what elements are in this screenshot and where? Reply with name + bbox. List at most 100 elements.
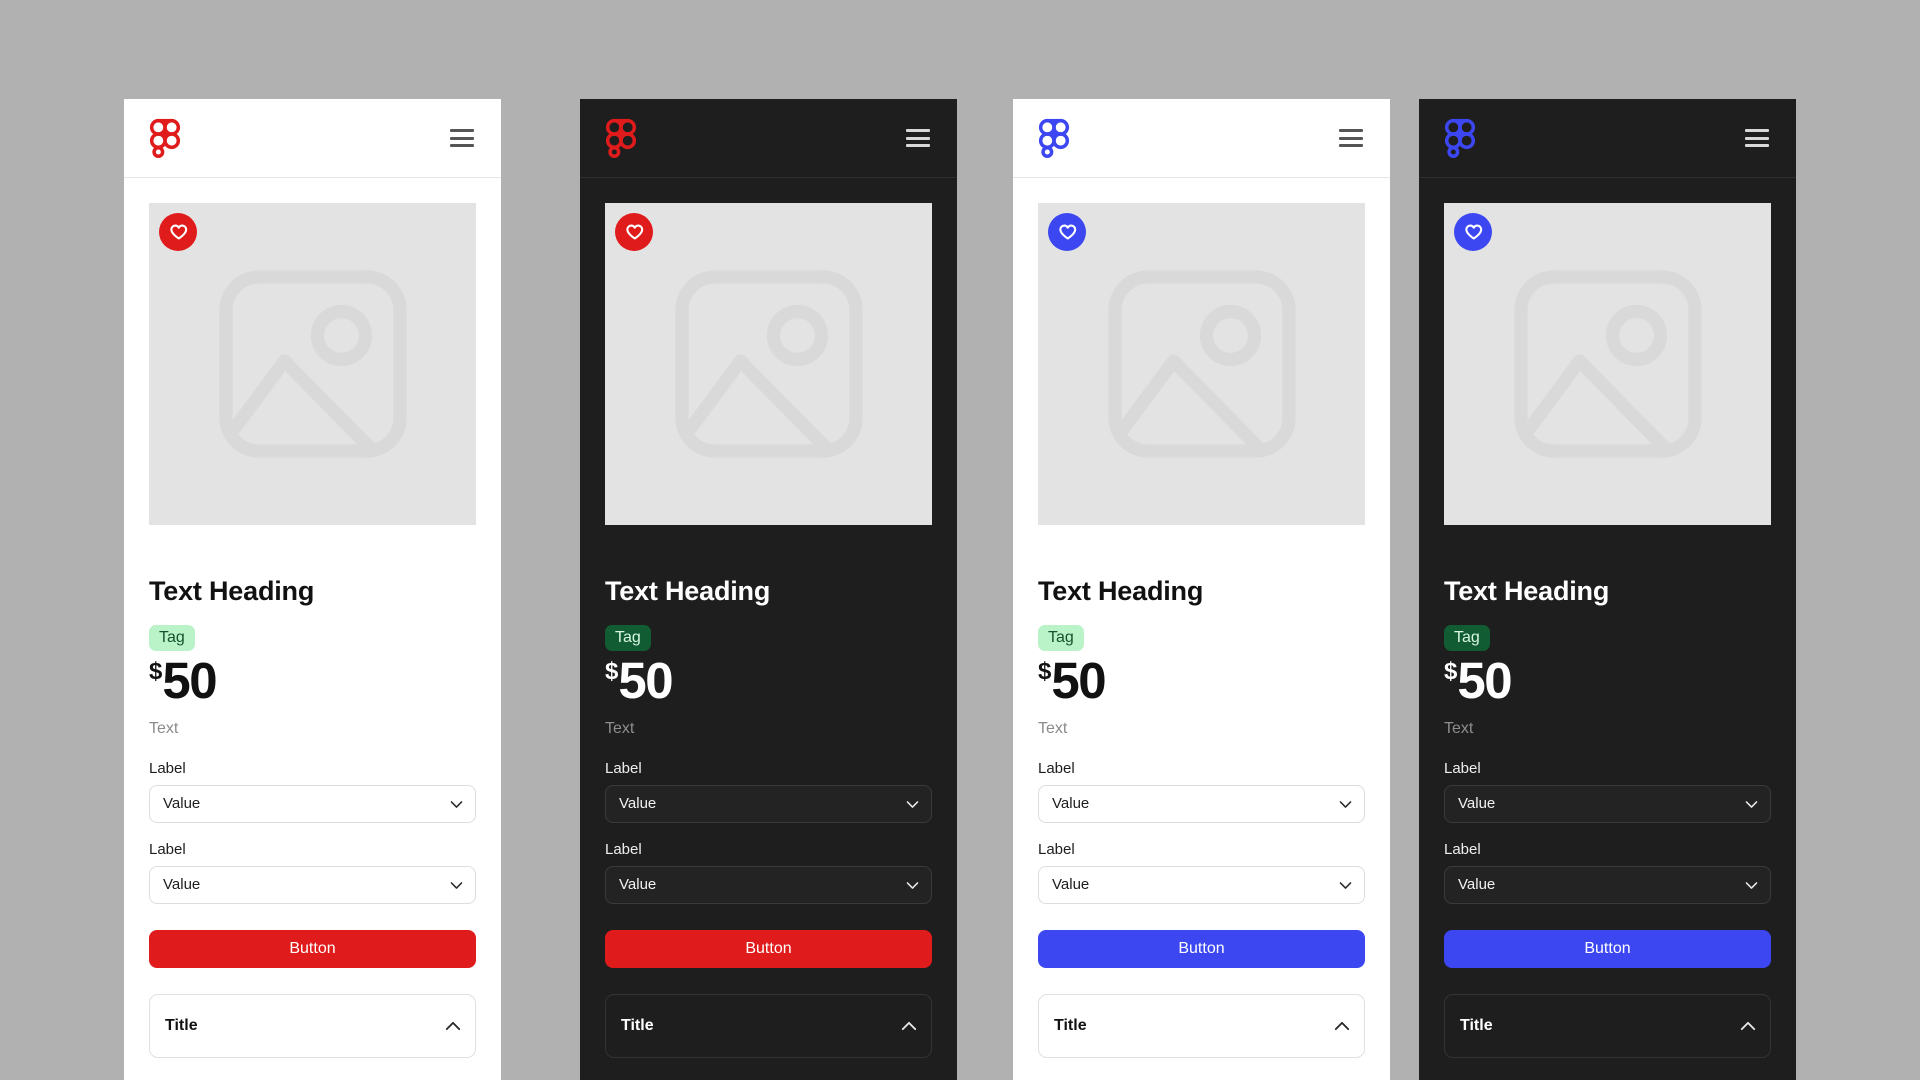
select-value: Value	[1052, 795, 1090, 813]
heart-icon	[1057, 222, 1078, 243]
primary-button[interactable]: Button	[605, 929, 932, 968]
figma-logo-icon[interactable]	[149, 118, 181, 158]
media-placeholder	[149, 203, 476, 525]
price-subtext: Text	[1038, 719, 1068, 737]
form-field: Label Value	[149, 760, 476, 823]
form-field: Label Value	[605, 841, 932, 904]
hamburger-menu-icon[interactable]	[450, 129, 474, 147]
card-topbar	[580, 99, 957, 178]
heart-icon	[1463, 222, 1484, 243]
card-topbar	[1419, 99, 1796, 178]
field-label: Label	[1444, 840, 1481, 858]
form-field: Label Value	[1038, 841, 1365, 904]
form-field: Label Value	[149, 841, 476, 904]
primary-button[interactable]: Button	[1038, 929, 1365, 968]
form-field: Label Value	[605, 760, 932, 823]
media-placeholder	[1038, 203, 1365, 525]
figma-logo-icon[interactable]	[1038, 118, 1070, 158]
select-dropdown[interactable]: Value	[149, 784, 476, 823]
card-body: Text Heading Tag $50 Text Label Value Label Val…	[124, 178, 501, 1080]
price-amount: 50	[162, 652, 217, 710]
hamburger-menu-icon[interactable]	[906, 129, 930, 147]
select-dropdown[interactable]: Value	[1038, 865, 1365, 904]
card-topbar	[124, 99, 501, 178]
card-heading: Text Heading	[149, 576, 315, 606]
price-subtext: Text	[1444, 719, 1474, 737]
select-value: Value	[1458, 876, 1496, 894]
price-subtext: Text	[149, 719, 179, 737]
heart-icon	[624, 222, 645, 243]
card-heading: Text Heading	[1444, 576, 1610, 606]
card-red-dark: Text Heading Tag $50 Text Label Value Label Val…	[580, 99, 957, 1080]
price-amount: 50	[1051, 652, 1106, 710]
field-label: Label	[149, 840, 186, 858]
field-label: Label	[605, 840, 642, 858]
favorite-button[interactable]	[159, 213, 197, 251]
card-body: Text Heading Tag $50 Text Label Value Label Val…	[1013, 178, 1390, 1080]
field-label: Label	[1444, 759, 1481, 777]
media-placeholder	[605, 203, 932, 525]
status-badge: Tag	[605, 624, 651, 652]
select-value: Value	[163, 795, 201, 813]
price-amount: 50	[618, 652, 673, 710]
media-placeholder	[1444, 203, 1771, 525]
figma-logo-icon[interactable]	[1444, 118, 1476, 158]
select-dropdown[interactable]: Value	[1038, 784, 1365, 823]
form-field: Label Value	[1038, 760, 1365, 823]
card-heading: Text Heading	[1038, 576, 1204, 606]
hamburger-menu-icon[interactable]	[1745, 129, 1769, 147]
select-value: Value	[619, 795, 657, 813]
select-dropdown[interactable]: Value	[149, 865, 476, 904]
card-blue-light: Text Heading Tag $50 Text Label Value Label Val…	[1013, 99, 1390, 1080]
card-body: Text Heading Tag $50 Text Label Value Label Val…	[1419, 178, 1796, 1080]
select-dropdown[interactable]: Value	[605, 784, 932, 823]
price-currency: $	[605, 658, 619, 686]
favorite-button[interactable]	[615, 213, 653, 251]
accordion-header[interactable]: Title	[1038, 993, 1365, 1058]
status-badge: Tag	[1444, 624, 1490, 652]
accordion-title: Title	[1054, 1016, 1087, 1034]
card-blue-dark: Text Heading Tag $50 Text Label Value Label Val…	[1419, 99, 1796, 1080]
accordion-header[interactable]: Title	[1444, 993, 1771, 1058]
field-label: Label	[1038, 840, 1075, 858]
price: $50	[149, 652, 476, 710]
field-label: Label	[1038, 759, 1075, 777]
price-currency: $	[1038, 658, 1052, 686]
accordion-header[interactable]: Title	[605, 993, 932, 1058]
status-badge: Tag	[149, 624, 195, 652]
page-canvas: Text Heading Tag $50 Text Label Value Label Val…	[0, 0, 1920, 1080]
price-currency: $	[149, 658, 163, 686]
card-red-light: Text Heading Tag $50 Text Label Value Label Val…	[124, 99, 501, 1080]
accordion-title: Title	[621, 1016, 654, 1034]
form-field: Label Value	[1444, 841, 1771, 904]
heart-icon	[168, 222, 189, 243]
select-dropdown[interactable]: Value	[1444, 865, 1771, 904]
select-dropdown[interactable]: Value	[605, 865, 932, 904]
accordion-title: Title	[1460, 1016, 1493, 1034]
hamburger-menu-icon[interactable]	[1339, 129, 1363, 147]
primary-button[interactable]: Button	[149, 929, 476, 968]
card-topbar	[1013, 99, 1390, 178]
select-value: Value	[1052, 876, 1090, 894]
price-currency: $	[1444, 658, 1458, 686]
accordion-header[interactable]: Title	[149, 993, 476, 1058]
price-subtext: Text	[605, 719, 635, 737]
price: $50	[1038, 652, 1365, 710]
form-field: Label Value	[1444, 760, 1771, 823]
favorite-button[interactable]	[1048, 213, 1086, 251]
figma-logo-icon[interactable]	[605, 118, 637, 158]
field-label: Label	[149, 759, 186, 777]
favorite-button[interactable]	[1454, 213, 1492, 251]
select-value: Value	[1458, 795, 1496, 813]
status-badge: Tag	[1038, 624, 1084, 652]
card-body: Text Heading Tag $50 Text Label Value Label Val…	[580, 178, 957, 1080]
card-heading: Text Heading	[605, 576, 771, 606]
select-dropdown[interactable]: Value	[1444, 784, 1771, 823]
accordion-title: Title	[165, 1016, 198, 1034]
field-label: Label	[605, 759, 642, 777]
price: $50	[605, 652, 932, 710]
price: $50	[1444, 652, 1771, 710]
price-amount: 50	[1457, 652, 1512, 710]
primary-button[interactable]: Button	[1444, 929, 1771, 968]
select-value: Value	[163, 876, 201, 894]
